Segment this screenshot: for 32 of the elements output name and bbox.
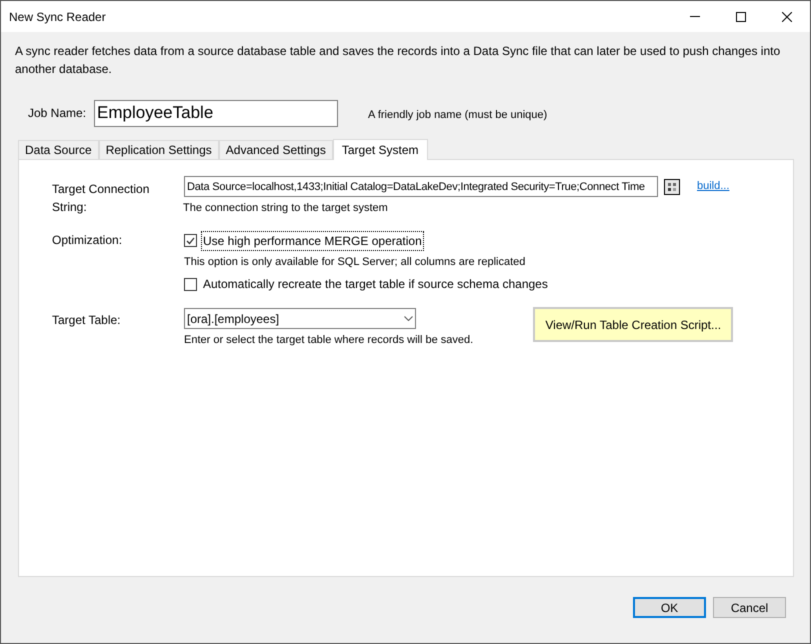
window-title: New Sync Reader <box>9 8 106 26</box>
job-name-field[interactable]: EmployeeTable <box>94 100 338 126</box>
target-table-dropdown[interactable]: [ora].[employees] <box>184 308 416 329</box>
connection-builder-button[interactable] <box>664 178 680 194</box>
target-table-label: Target Table: <box>52 312 122 329</box>
target-table-hint: Enter or select the target table where records will be saved. <box>184 333 474 348</box>
checkmark-icon <box>186 236 195 244</box>
close-icon <box>782 12 792 22</box>
minimize-icon <box>690 16 700 17</box>
tab[interactable]: Data Source <box>18 140 99 159</box>
job-name-hint: A friendly job name (must be unique) <box>368 108 548 123</box>
description-text: A sync reader fetches data from a source database table and saves the records into a Data Sync file that can later be used to push changes into another database. <box>15 44 780 76</box>
table-creation-script-button[interactable]: View/Run Table Creation Script... <box>533 307 734 342</box>
option-note: This option is only available for SQL Server; all columns are replicated <box>184 254 526 270</box>
target-connection-label: Target Connection String: <box>52 181 150 216</box>
grid-icon <box>667 182 677 192</box>
build-link[interactable]: build... <box>697 178 730 195</box>
dialog-button[interactable]: Cancel <box>713 597 786 618</box>
optimization-label: Optimization: <box>52 232 124 248</box>
connection-string-hint: The connection string to the target system <box>183 201 389 216</box>
checkbox[interactable] <box>184 234 197 247</box>
maximize-icon <box>736 12 746 22</box>
chevron-down-icon <box>404 316 413 321</box>
checkbox[interactable] <box>184 278 197 290</box>
job-name-label: Job Name: <box>28 105 86 122</box>
tab[interactable]: Advanced Settings <box>218 140 333 159</box>
connection-string-field[interactable]: Data Source=localhost,1433;Initial Catalog=DataLakeDev;Integrated Security=True;Connect Time <box>184 176 658 197</box>
tab[interactable]: Replication Settings <box>98 140 219 159</box>
checkbox-label[interactable]: Automatically recreate the target table if source schema changes <box>201 274 550 294</box>
tab[interactable]: Target System <box>332 139 428 160</box>
dialog-button[interactable]: OK <box>633 597 706 618</box>
checkbox-label[interactable]: Use high performance MERGE operation <box>201 230 424 250</box>
